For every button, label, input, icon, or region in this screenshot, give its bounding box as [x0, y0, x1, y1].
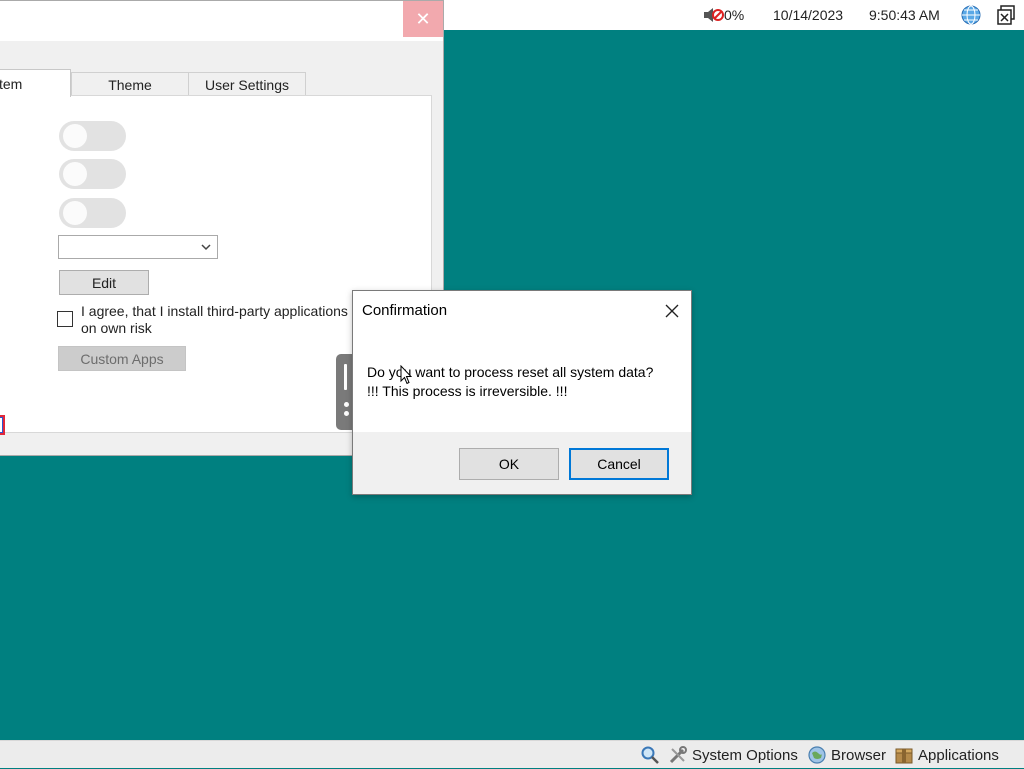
applications-label: Applications	[918, 746, 999, 764]
globe-icon[interactable]	[960, 0, 982, 30]
handle-dot	[344, 402, 349, 407]
settings-close-button[interactable]: ✕	[403, 1, 443, 37]
tab-system[interactable]: stem	[0, 69, 71, 97]
tray-date: 10/14/2023	[773, 7, 844, 23]
tray-time: 9:50:43 AM	[869, 7, 940, 23]
browser-label: Browser	[831, 746, 887, 764]
tab-user-settings[interactable]: User Settings	[188, 72, 306, 96]
confirmation-dialog: Confirmation Do you want to process rese…	[352, 290, 692, 495]
system-options-label: System Options	[692, 746, 798, 764]
dialog-close-button[interactable]	[662, 301, 682, 321]
taskbar-browser[interactable]: Browser	[807, 741, 886, 769]
edit-button[interactable]: Edit	[59, 270, 149, 295]
taskbar-applications[interactable]: Applications	[894, 741, 999, 769]
dialog-body: Confirmation Do you want to process rese…	[353, 291, 691, 432]
settings-titlebar: ✕	[0, 1, 443, 41]
box-icon	[895, 748, 913, 764]
tab-system-label: stem	[0, 75, 23, 92]
chevron-down-icon	[200, 238, 212, 259]
ok-button[interactable]: OK	[459, 448, 559, 480]
tab-theme-label: Theme	[108, 76, 152, 93]
close-icon: ✕	[415, 8, 431, 29]
toggle-switch-3[interactable]	[59, 198, 126, 228]
mouse-cursor-icon	[400, 365, 412, 385]
custom-apps-button[interactable]: Custom Apps	[58, 346, 186, 371]
tab-theme[interactable]: Theme	[71, 72, 189, 96]
toggle-switch-1[interactable]	[59, 121, 126, 151]
agree-checkbox[interactable]	[57, 311, 73, 327]
tab-user-settings-label: User Settings	[204, 76, 290, 93]
search-icon[interactable]	[640, 741, 660, 769]
agree-label: I agree, that I install third-party appl…	[81, 303, 348, 336]
volume-indicator[interactable]: 0%	[702, 0, 744, 30]
highlighted-control[interactable]	[0, 415, 5, 435]
settings-tabs: stem Theme User Settings	[0, 69, 443, 97]
volume-percent: 0%	[724, 7, 745, 23]
dialog-title: Confirmation	[362, 302, 448, 319]
close-icon	[665, 304, 679, 318]
handle-bar	[344, 364, 347, 390]
settings-dropdown[interactable]	[58, 235, 218, 259]
tools-icon	[669, 746, 687, 764]
speaker-muted-icon	[704, 8, 724, 22]
toggle-switch-2[interactable]	[59, 159, 126, 189]
browser-globe-icon	[808, 746, 826, 764]
handle-dot	[344, 411, 349, 416]
window-close-icon[interactable]	[996, 0, 1016, 30]
taskbar: System Options Browser Applications	[0, 740, 1024, 768]
taskbar-system-options[interactable]: System Options	[668, 741, 798, 769]
cancel-button[interactable]: Cancel	[569, 448, 669, 480]
